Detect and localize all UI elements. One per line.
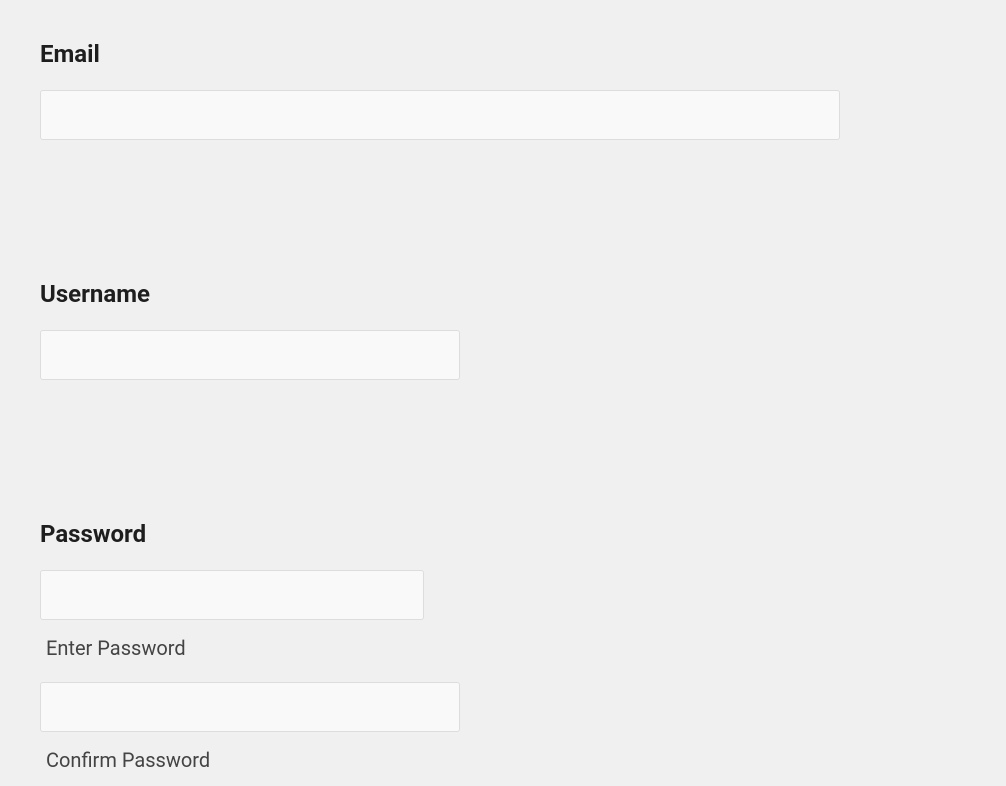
username-group: Username <box>40 280 966 380</box>
email-field[interactable] <box>40 90 840 140</box>
password-field[interactable] <box>40 570 424 620</box>
password-group: Password Enter Password Confirm Password <box>40 520 966 772</box>
confirm-password-helper: Confirm Password <box>46 748 966 772</box>
email-label: Email <box>40 40 966 68</box>
username-label: Username <box>40 280 966 308</box>
email-group: Email <box>40 40 966 140</box>
password-helper: Enter Password <box>46 636 966 660</box>
confirm-password-field[interactable] <box>40 682 460 732</box>
password-label: Password <box>40 520 966 548</box>
username-field[interactable] <box>40 330 460 380</box>
